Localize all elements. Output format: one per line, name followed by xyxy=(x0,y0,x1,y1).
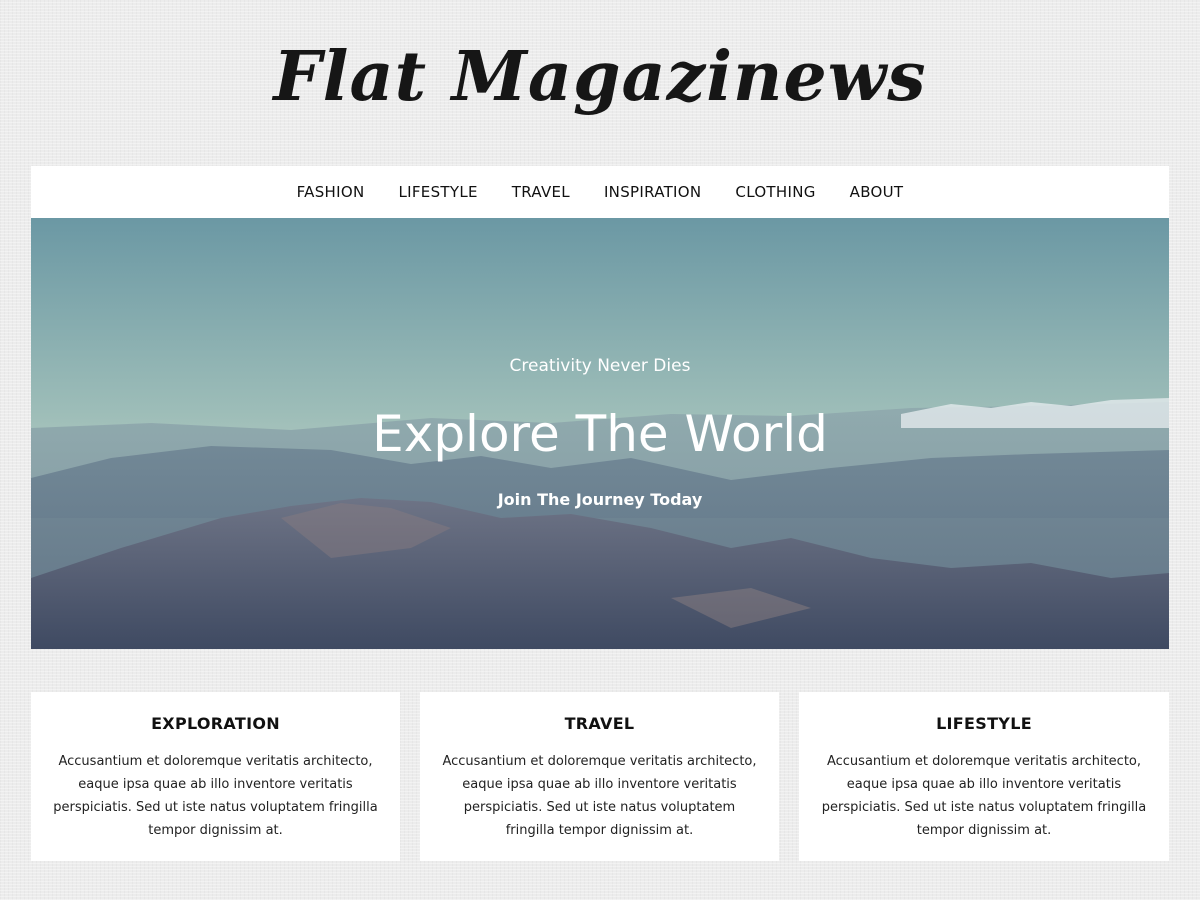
page: Flat Magazinews FASHION LIFESTYLE TRAVEL… xyxy=(0,0,1200,900)
feature-title: EXPLORATION xyxy=(151,714,280,733)
nav-item-fashion[interactable]: FASHION xyxy=(297,166,365,218)
site-logo[interactable]: Flat Magazinews xyxy=(0,22,1200,132)
feature-text: Accusantium et doloremque veritatis arch… xyxy=(442,754,757,838)
hero-subtitle: Creativity Never Dies xyxy=(509,356,691,376)
feature-text: Accusantium et doloremque veritatis arch… xyxy=(821,754,1147,838)
nav-item-travel[interactable]: TRAVEL xyxy=(512,166,570,218)
main-navigation: FASHION LIFESTYLE TRAVEL INSPIRATION CLO… xyxy=(31,166,1169,218)
hero-cta-link[interactable]: Join The Journey Today xyxy=(31,490,1169,509)
feature-box-lifestyle: LIFESTYLE Accusantium et doloremque veri… xyxy=(799,692,1169,861)
feature-title: LIFESTYLE xyxy=(936,714,1032,733)
nav-item-about[interactable]: ABOUT xyxy=(850,166,904,218)
feature-title: TRAVEL xyxy=(564,714,635,733)
feature-box-travel: TRAVEL Accusantium et doloremque veritat… xyxy=(420,692,779,861)
nav-item-inspiration[interactable]: INSPIRATION xyxy=(604,166,701,218)
nav-item-lifestyle[interactable]: LIFESTYLE xyxy=(398,166,477,218)
hero-banner: Creativity Never Dies Explore The World … xyxy=(31,218,1169,649)
nav-item-clothing[interactable]: CLOTHING xyxy=(735,166,815,218)
hero-title: Explore The World xyxy=(372,405,828,463)
hero-cta-label: Join The Journey Today xyxy=(497,490,703,509)
feature-text: Accusantium et doloremque veritatis arch… xyxy=(53,754,378,838)
feature-box-exploration: EXPLORATION Accusantium et doloremque ve… xyxy=(31,692,400,861)
